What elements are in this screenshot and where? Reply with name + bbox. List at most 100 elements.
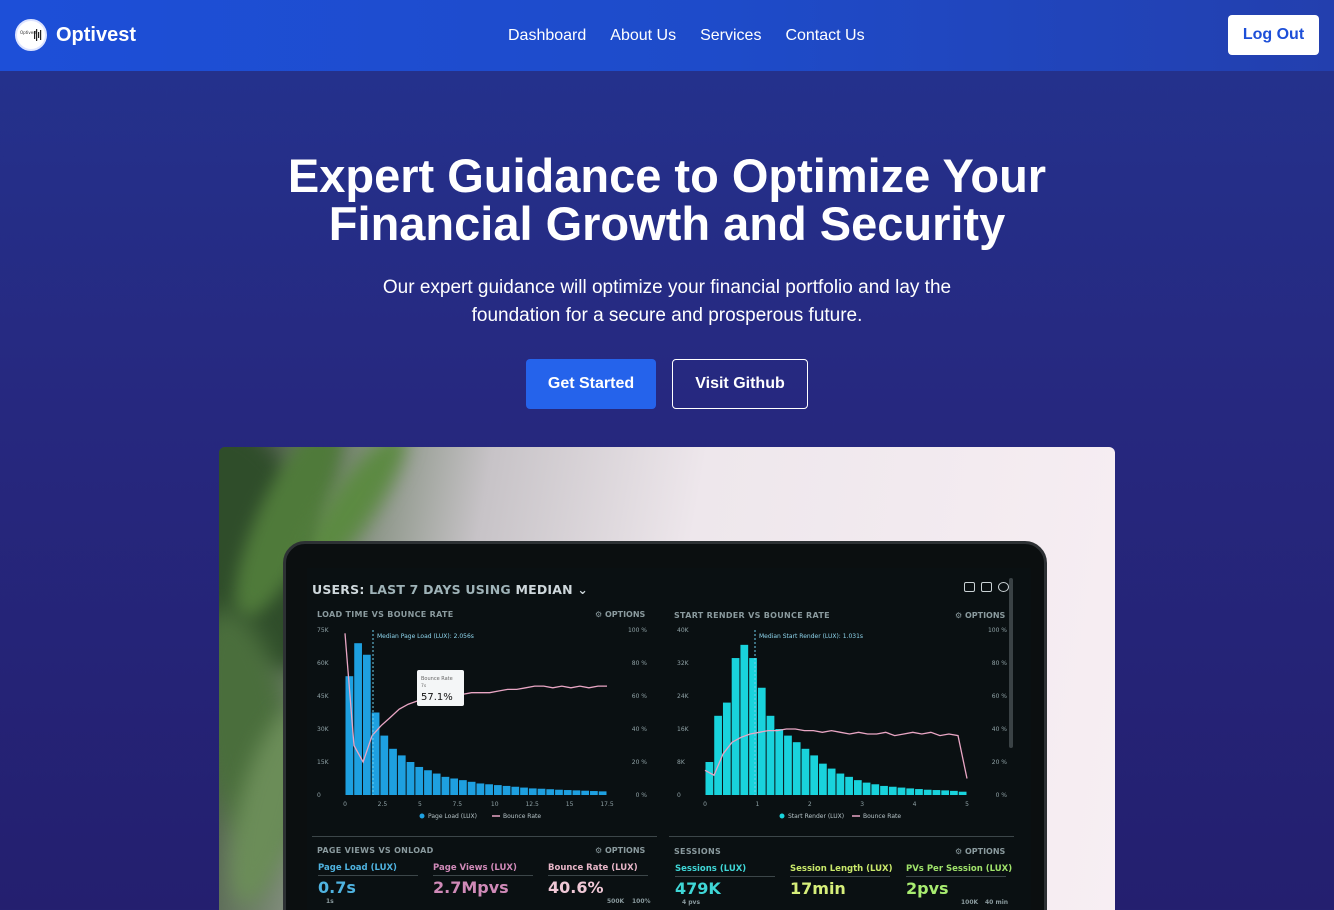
histogram-bar (415, 766, 424, 795)
screen-title-median: MEDIAN (515, 582, 573, 597)
y-tick-label: 40K (677, 627, 690, 634)
histogram-bar (485, 784, 493, 795)
metric-label: Sessions (LUX) (675, 864, 747, 874)
metric-label: Page Views (LUX) (433, 863, 517, 873)
hero-title: Expert Guidance to Optimize Your Financi… (0, 152, 1334, 248)
histogram-bar (555, 789, 563, 795)
nav-links: Dashboard About Us Services Contact Us (508, 27, 865, 45)
right-chart: 40K 32K 24K 16K 8K 0 100 % 80 % 60 % 40 % 20 % 0 % 0… (677, 627, 1008, 820)
histogram-bar (476, 783, 485, 795)
laptop-screen: USERS: LAST 7 DAYS USING MEDIAN ⌄ LOAD T… (307, 568, 1031, 910)
histogram-bar (784, 735, 792, 795)
nav-link-services[interactable]: Services (700, 27, 761, 45)
page-views-title: PAGE VIEWS VS ONLOAD (317, 846, 434, 855)
right-chart-title: START RENDER VS BOUNCE RATE (674, 611, 830, 620)
metric-label: Session Length (LUX) (790, 864, 893, 874)
tooltip-sub: 7s (421, 683, 427, 689)
metric-value: 17min (790, 879, 846, 898)
histogram-bar (705, 762, 714, 795)
y2-tick-label: 0 % (636, 792, 648, 799)
legend-label: Page Load (LUX) (428, 813, 477, 820)
histogram-bar (432, 773, 441, 795)
histogram-bar (441, 776, 450, 795)
sessions-options: ⚙ OPTIONS (955, 847, 1006, 856)
legend-label: Start Render (LUX) (788, 813, 844, 820)
left-chart: 75K 60K 45K 30K 15K 0 100 % 80 % 60 % 40 % 20 % 0 %… (317, 627, 648, 820)
nav-link-about-us[interactable]: About Us (610, 27, 676, 45)
x-tick-label: 0 (703, 801, 707, 808)
histogram-bar (845, 776, 853, 795)
histogram-bar (424, 770, 432, 795)
brand-logo-link[interactable]: Optivest Optivest (15, 19, 136, 51)
x-tick-label: 5 (418, 801, 422, 808)
y2-tick-label: 60 % (992, 693, 1008, 700)
histogram-bar (467, 781, 476, 795)
metric-value: 2.7Mpvs (433, 878, 509, 897)
histogram-bar (354, 643, 362, 795)
histogram-bar (801, 748, 810, 795)
histogram-bar (581, 790, 590, 795)
x-tick-label: 4 (913, 801, 917, 808)
histogram-bar (880, 785, 888, 795)
histogram-bar (819, 763, 827, 795)
histogram-bar (932, 790, 941, 795)
histogram-bar (906, 788, 915, 795)
page-views-options: ⚙ OPTIONS (595, 846, 646, 855)
x-tick-label: 5 (965, 801, 969, 808)
y2-tick-label: 40 % (632, 726, 648, 733)
metric-label: Bounce Rate (LUX) (548, 863, 638, 873)
histogram-bar (740, 644, 749, 795)
nav-link-contact-us[interactable]: Contact Us (785, 27, 864, 45)
x-tick-label: 2 (808, 801, 812, 808)
median-label: Median Start Render (LUX): 1.031s (759, 633, 863, 640)
divider (548, 875, 648, 876)
y-tick-label: 16K (677, 726, 690, 733)
histogram-bar (528, 788, 537, 795)
get-started-button[interactable]: Get Started (526, 359, 656, 409)
tooltip-value: 57.1% (421, 692, 453, 703)
y-tick-label: 32K (677, 660, 690, 667)
divider (906, 876, 1006, 877)
screen-title-using: USING (465, 582, 511, 597)
logo-icon: Optivest (15, 19, 47, 51)
chevron-down-icon: ⌄ (577, 582, 589, 597)
median-label: Median Page Load (LUX): 2.056s (377, 633, 474, 640)
histogram-bar (380, 735, 389, 795)
top-navbar: Optivest Optivest Dashboard About Us Ser… (0, 0, 1334, 71)
x-tick-label: 3 (860, 801, 864, 808)
screen-title: USERS: LAST 7 DAYS USING MEDIAN ⌄ (312, 582, 588, 597)
x-tick-label: 1 (755, 801, 759, 808)
histogram-bar (871, 784, 880, 795)
y-tick-label: 0 (677, 792, 681, 799)
y2-tick-label: 20 % (632, 759, 648, 766)
laptop-frame: USERS: LAST 7 DAYS USING MEDIAN ⌄ LOAD T… (283, 541, 1047, 910)
visit-github-button[interactable]: Visit Github (672, 359, 808, 409)
divider (675, 876, 775, 877)
y-tick-label: 75K (317, 627, 330, 634)
logout-button[interactable]: Log Out (1228, 15, 1319, 55)
screen-title-users: USERS: (312, 582, 365, 597)
histogram-bar (958, 791, 967, 795)
page-views-foot-left: 1s (326, 898, 334, 905)
y2-tick-label: 100 % (988, 627, 1007, 634)
histogram-bar (459, 780, 467, 795)
x-tick-label: 15 (566, 801, 574, 808)
y2-tick-label: 20 % (992, 759, 1008, 766)
divider (318, 875, 418, 876)
y-tick-label: 0 (317, 792, 321, 799)
histogram-bar (836, 773, 845, 795)
histogram-bar (888, 786, 897, 795)
histogram-bar (590, 791, 598, 795)
nav-link-dashboard[interactable]: Dashboard (508, 27, 586, 45)
legend-dot (419, 813, 425, 819)
histogram-bar (502, 785, 511, 795)
histogram-bar (749, 658, 757, 795)
left-chart-title: LOAD TIME VS BOUNCE RATE (317, 610, 454, 619)
image-icon (981, 582, 992, 592)
histogram-bar (757, 687, 766, 795)
x-tick-label: 7.5 (453, 801, 463, 808)
histogram-bar (792, 742, 801, 795)
histogram-bar (493, 785, 502, 795)
histogram-bar (731, 658, 740, 795)
hero-subtitle-line-2: foundation for a secure and prosperous f… (471, 305, 863, 326)
